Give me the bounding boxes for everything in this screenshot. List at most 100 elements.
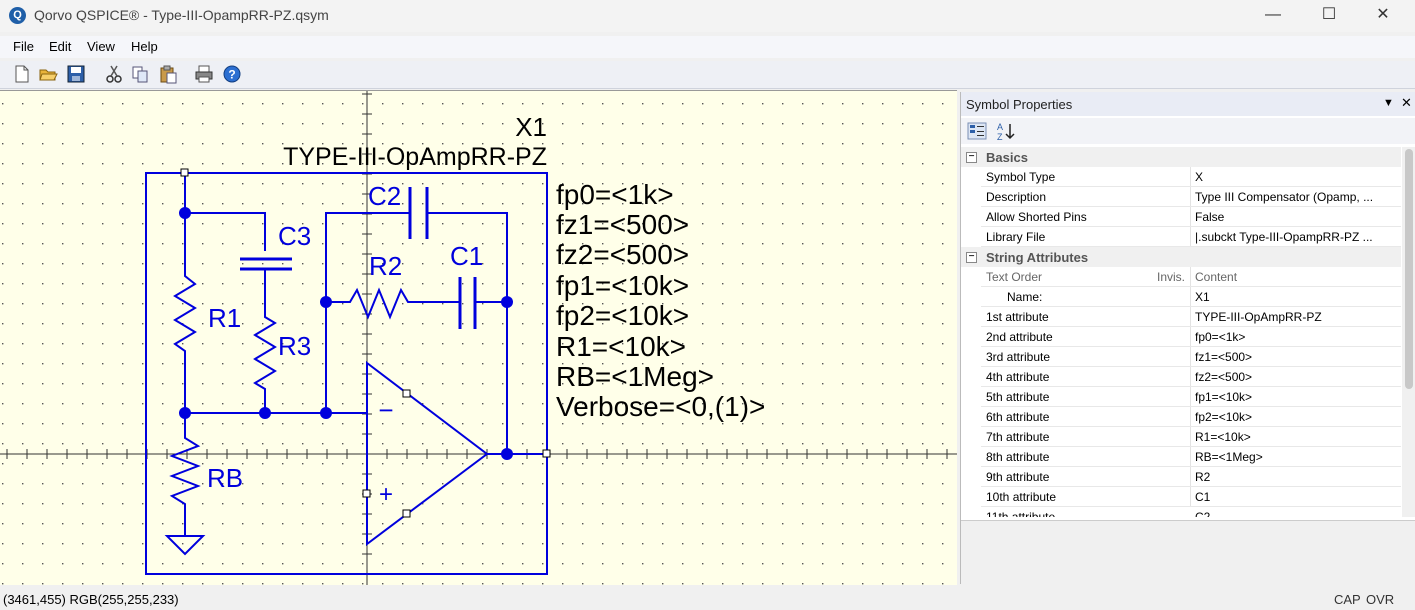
menu-help[interactable]: Help [131, 39, 158, 54]
menu-edit[interactable]: Edit [49, 39, 71, 54]
property-value[interactable]: C2 [1195, 510, 1395, 517]
category-label: String Attributes [986, 250, 1089, 265]
qspice-app-icon[interactable]: Q [9, 7, 26, 24]
help-icon[interactable]: ? [222, 64, 242, 84]
window-title: Qorvo QSPICE® - Type-III-OpampRR-PZ.qsym [34, 7, 329, 23]
menu-bar: File Edit View Help [0, 36, 1415, 58]
property-description-box [961, 520, 1415, 585]
property-value[interactable]: X1 [1195, 290, 1395, 304]
property-key: 8th attribute [986, 450, 1050, 464]
attribute-text[interactable]: Verbose=<0,(1)> [556, 391, 765, 422]
scrollbar-thumb[interactable] [1405, 149, 1413, 389]
property-value[interactable]: X [1195, 170, 1395, 184]
print-icon[interactable] [194, 64, 214, 84]
menu-view[interactable]: View [87, 39, 115, 54]
property-row[interactable]: 5th attribute fp1=<10k> [961, 387, 1401, 407]
attribute-text[interactable]: R1=<10k> [556, 331, 686, 362]
maximize-button[interactable]: ☐ [1306, 0, 1352, 32]
property-value[interactable]: fp2=<10k> [1195, 410, 1395, 424]
text-order-header: Text Order [986, 270, 1043, 284]
property-key: 9th attribute [986, 470, 1050, 484]
property-row[interactable]: 2nd attribute fp0=<1k> [961, 327, 1401, 347]
opamp-minus-label: − [378, 395, 393, 425]
r2-label: R2 [369, 251, 402, 281]
rb-label: RB [207, 463, 243, 493]
property-value[interactable]: fz2=<500> [1195, 370, 1395, 384]
property-key: 6th attribute [986, 410, 1050, 424]
category-basics[interactable]: − Basics [961, 147, 1401, 167]
property-value[interactable]: False [1195, 210, 1395, 224]
property-row[interactable]: Allow Shorted Pins False [961, 207, 1401, 227]
c1-label: C1 [450, 241, 483, 271]
symbol-name-text[interactable]: TYPE-III-OpAmpRR-PZ [283, 143, 547, 171]
property-value[interactable]: R1=<10k> [1195, 430, 1395, 444]
property-key: 10th attribute [986, 490, 1057, 504]
new-file-icon[interactable] [12, 64, 32, 84]
property-row[interactable]: Name: X1 [961, 287, 1401, 307]
attribute-text[interactable]: fp2=<10k> [556, 300, 689, 331]
property-row[interactable]: 9th attribute R2 [961, 467, 1401, 487]
property-key: Name: [1007, 290, 1043, 304]
overwrite-indicator: OVR [1366, 592, 1395, 607]
property-row[interactable]: Symbol Type X [961, 167, 1401, 187]
svg-text:?: ? [228, 68, 235, 82]
property-row[interactable]: 11th attribute C2 [961, 507, 1401, 517]
schematic-canvas[interactable]: − + C2 C3 C1 R2 R1 R3 RB X1 TYPE-III-OpA… [0, 90, 957, 585]
property-value[interactable]: R2 [1195, 470, 1395, 484]
property-row[interactable]: 4th attribute fz2=<500> [961, 367, 1401, 387]
property-value[interactable]: C1 [1195, 490, 1395, 504]
toolbar: ? [0, 61, 1415, 89]
property-value[interactable]: TYPE-III-OpAmpRR-PZ [1195, 310, 1395, 324]
content-header: Content [1195, 270, 1238, 284]
property-key: 11th attribute [986, 510, 1056, 517]
categorized-icon[interactable] [967, 122, 987, 140]
c2-label: C2 [368, 181, 401, 211]
collapse-icon[interactable]: − [966, 252, 977, 263]
property-key: Allow Shorted Pins [986, 210, 1087, 224]
attribute-text[interactable]: fz2=<500> [556, 239, 689, 270]
property-key: 5th attribute [986, 390, 1050, 404]
property-row[interactable]: 8th attribute RB=<1Meg> [961, 447, 1401, 467]
property-value[interactable]: RB=<1Meg> [1195, 450, 1395, 464]
panel-close-icon[interactable]: ✕ [1401, 95, 1412, 111]
property-row[interactable]: 7th attribute R1=<10k> [961, 427, 1401, 447]
property-value[interactable]: |.subckt Type-III-OpampRR-PZ ... [1195, 230, 1395, 244]
collapse-icon[interactable]: − [966, 152, 977, 163]
panel-title-bar: Symbol Properties ▼ ✕ [961, 92, 1415, 116]
caps-lock-indicator: CAP [1334, 592, 1361, 607]
title-bar: Q Qorvo QSPICE® - Type-III-OpampRR-PZ.qs… [0, 0, 1415, 32]
property-row[interactable]: 1st attribute TYPE-III-OpAmpRR-PZ [961, 307, 1401, 327]
attribute-text[interactable]: fp0=<1k> [556, 179, 674, 210]
attribute-text[interactable]: fp1=<10k> [556, 270, 689, 301]
attribute-text[interactable]: RB=<1Meg> [556, 361, 714, 392]
instance-name-text[interactable]: X1 [515, 112, 547, 142]
menu-file[interactable]: File [13, 39, 34, 54]
property-value[interactable]: Type III Compensator (Opamp, ... [1195, 190, 1395, 204]
panel-dropdown-icon[interactable]: ▼ [1383, 97, 1394, 109]
open-folder-icon[interactable] [38, 64, 58, 84]
alphabetical-sort-icon[interactable]: A Z [995, 121, 1017, 141]
minimize-button[interactable]: — [1250, 0, 1296, 32]
c3-label: C3 [278, 221, 311, 251]
save-icon[interactable] [66, 64, 86, 84]
category-string-attributes[interactable]: − String Attributes [961, 247, 1401, 267]
cursor-coordinates: (3461,455) RGB(255,255,233) [3, 592, 179, 607]
symbol-drawing[interactable]: − + C2 C3 C1 R2 R1 R3 RB X1 TYPE-III-OpA… [0, 91, 957, 585]
property-value[interactable]: fp1=<10k> [1195, 390, 1395, 404]
paste-icon[interactable] [158, 64, 178, 84]
property-row[interactable]: 6th attribute fp2=<10k> [961, 407, 1401, 427]
cut-icon[interactable] [104, 64, 124, 84]
property-row[interactable]: Description Type III Compensator (Opamp, … [961, 187, 1401, 207]
property-value[interactable]: fz1=<500> [1195, 350, 1395, 364]
property-key: Symbol Type [986, 170, 1056, 184]
attribute-text[interactable]: fz1=<500> [556, 209, 689, 240]
property-row[interactable]: 3rd attribute fz1=<500> [961, 347, 1401, 367]
property-key: 3rd attribute [986, 350, 1051, 364]
close-button[interactable]: ✕ [1360, 0, 1406, 32]
property-value[interactable]: fp0=<1k> [1195, 330, 1395, 344]
opamp-plus-label: + [379, 481, 393, 508]
copy-icon[interactable] [130, 64, 150, 84]
property-row[interactable]: Library File |.subckt Type-III-OpampRR-PZ… [961, 227, 1401, 247]
property-grid-scrollbar[interactable] [1402, 147, 1415, 517]
property-row[interactable]: 10th attribute C1 [961, 487, 1401, 507]
